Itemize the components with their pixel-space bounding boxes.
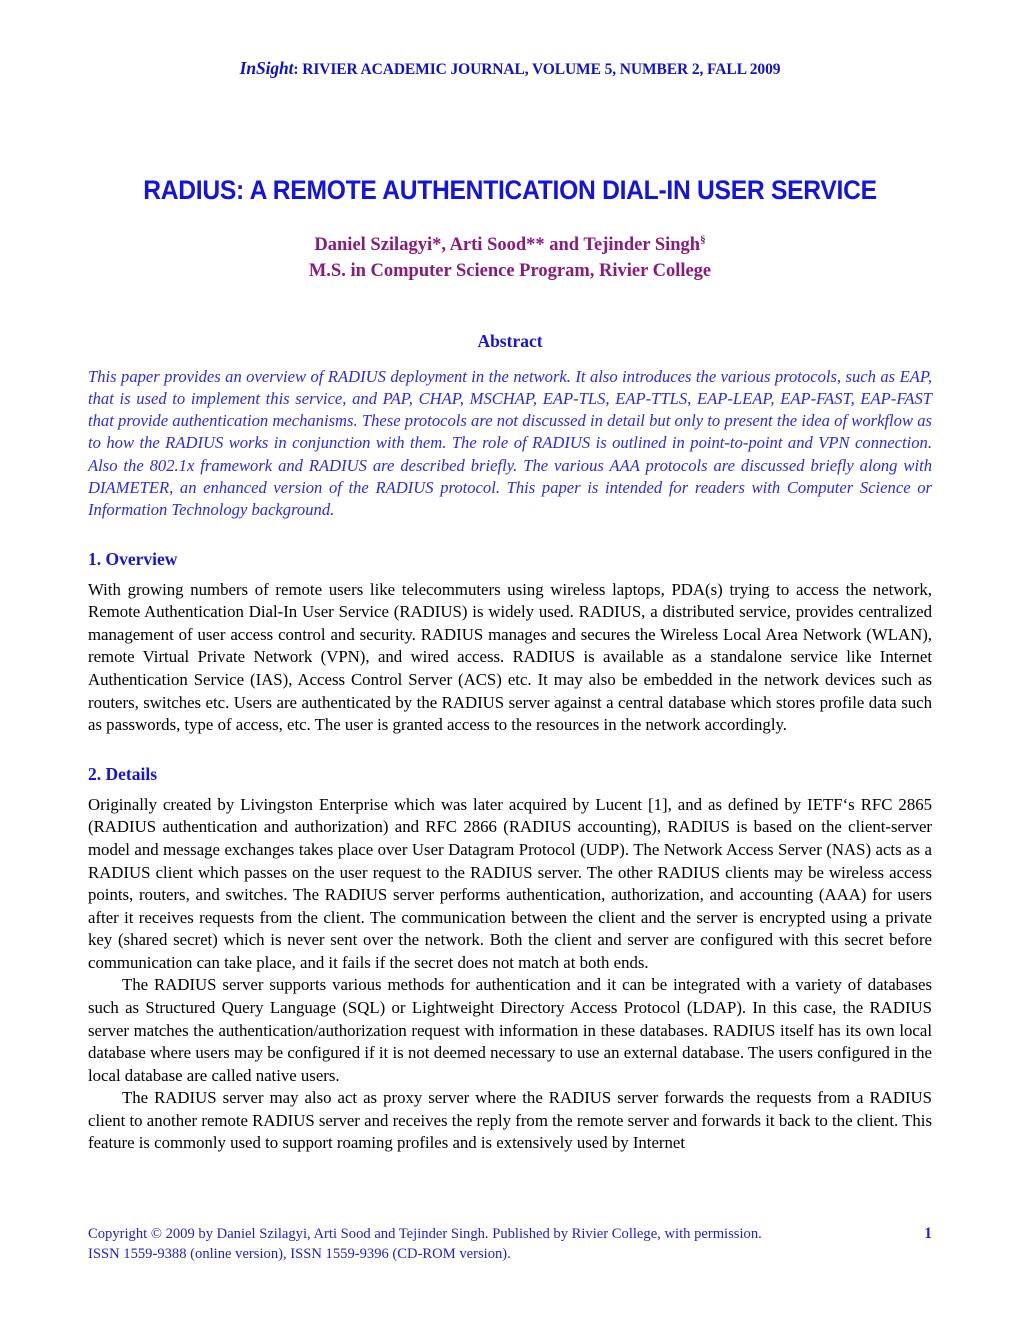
section-heading-overview: 1. Overview (88, 548, 178, 569)
author-names: Daniel Szilagyi*, Arti Sood** and Tejind… (314, 235, 701, 255)
paper-page: InSight: RIVIER ACADEMIC JOURNAL, VOLUME… (0, 0, 1020, 1320)
journal-name: InSight (239, 58, 294, 78)
section-heading-details: 2. Details (88, 763, 158, 784)
authors-block: Daniel Szilagyi*, Arti Sood** and Tejind… (88, 232, 932, 285)
author-names-line: Daniel Szilagyi*, Arti Sood** and Tejind… (88, 232, 932, 258)
paragraph: The RADIUS server may also act as proxy … (88, 1088, 932, 1153)
abstract-body: This paper provides an overview of RADIU… (88, 366, 932, 520)
page-footer: Copyright © 2009 by Daniel Szilagyi, Art… (88, 1223, 932, 1265)
section-overview: 1. Overview With growing numbers of remo… (88, 549, 932, 737)
abstract-heading: Abstract (477, 330, 543, 351)
page-title: RADIUS: A REMOTE AUTHENTICATION DIAL-IN … (143, 175, 877, 205)
footer-top-row: Copyright © 2009 by Daniel Szilagyi, Art… (88, 1223, 932, 1244)
author-affiliation: M.S. in Computer Science Program, Rivier… (308, 261, 712, 282)
page-number: 1 (924, 1224, 932, 1242)
running-head-details: : RIVIER ACADEMIC JOURNAL, VOLUME 5, NUM… (293, 61, 781, 78)
paragraph: The RADIUS server supports various metho… (88, 975, 932, 1085)
copyright-notice: Copyright © 2009 by Daniel Szilagyi, Art… (88, 1225, 762, 1242)
author-affiliation-marker: § (700, 233, 706, 246)
section-details: 2. Details Originally created by Livings… (88, 764, 932, 1155)
running-head: InSight: RIVIER ACADEMIC JOURNAL, VOLUME… (88, 0, 932, 79)
paragraph: With growing numbers of remote users lik… (88, 579, 932, 735)
paragraph: Originally created by Livingston Enterpr… (88, 794, 932, 972)
issn-notice: ISSN 1559-9388 (online version), ISSN 15… (88, 1245, 511, 1262)
